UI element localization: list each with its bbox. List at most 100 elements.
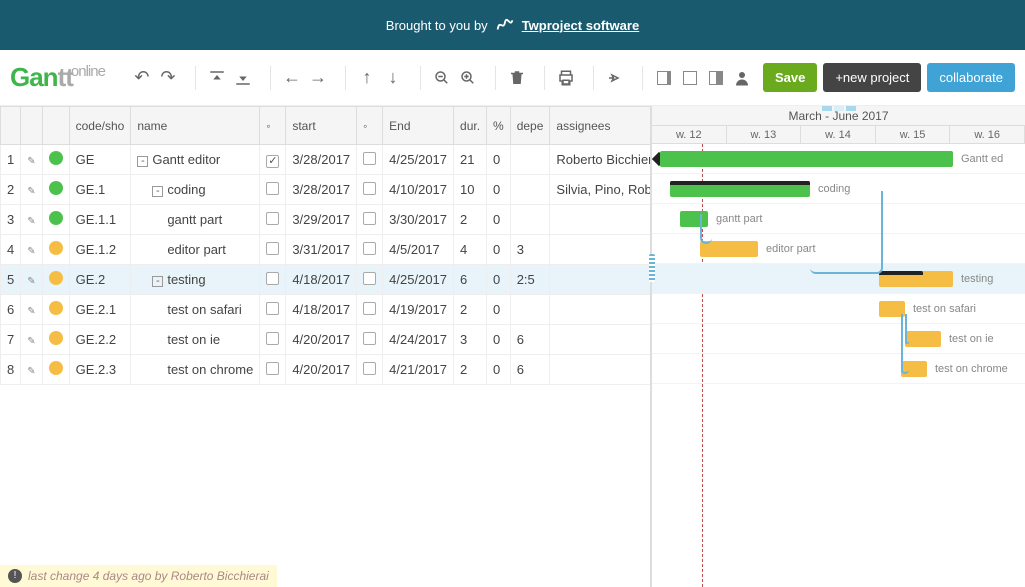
duration[interactable]: 4 [454, 235, 487, 265]
start-date[interactable]: 4/18/2017 [286, 265, 357, 295]
task-name[interactable]: test on chrome [131, 355, 260, 385]
progress-pct[interactable]: 0 [487, 355, 511, 385]
dependencies[interactable] [510, 205, 550, 235]
milestone-checkbox[interactable] [266, 212, 279, 225]
milestone-checkbox[interactable] [266, 272, 279, 285]
duration[interactable]: 2 [454, 205, 487, 235]
start-date[interactable]: 4/20/2017 [286, 325, 357, 355]
start-date[interactable]: 3/28/2017 [286, 145, 357, 175]
milestone-checkbox[interactable] [363, 272, 376, 285]
gantt-row[interactable]: editor part [652, 234, 1025, 264]
assignees[interactable] [550, 295, 652, 325]
dependencies[interactable] [510, 175, 550, 205]
col-name[interactable]: name [131, 107, 260, 145]
dependencies[interactable]: 2:5 [510, 265, 550, 295]
milestone-checkbox[interactable] [363, 212, 376, 225]
status-dot[interactable] [42, 355, 69, 385]
end-date[interactable]: 3/30/2017 [383, 205, 454, 235]
task-name[interactable]: editor part [131, 235, 260, 265]
end-date[interactable]: 4/21/2017 [383, 355, 454, 385]
task-code[interactable]: GE.1.1 [69, 205, 131, 235]
twproject-link[interactable]: Twproject software [522, 18, 640, 33]
status-dot[interactable] [42, 295, 69, 325]
expand-toggle[interactable]: - [137, 156, 148, 167]
indent-icon[interactable]: → [307, 66, 329, 90]
status-dot[interactable] [42, 325, 69, 355]
milestone-checkbox[interactable] [363, 152, 376, 165]
milestone-checkbox[interactable] [363, 182, 376, 195]
end-date[interactable]: 4/5/2017 [383, 235, 454, 265]
task-row[interactable]: 2✎GE.1-coding3/28/20174/10/2017100Silvia… [1, 175, 653, 205]
col-assign[interactable]: assignees [550, 107, 652, 145]
status-dot[interactable] [42, 265, 69, 295]
gantt-bar[interactable]: gantt part [680, 211, 708, 227]
assignees[interactable] [550, 355, 652, 385]
undo-icon[interactable]: ↶ [131, 66, 153, 90]
task-code[interactable]: GE.2.1 [69, 295, 131, 325]
duration[interactable]: 6 [454, 265, 487, 295]
edit-icon[interactable]: ✎ [21, 175, 42, 205]
gantt-bar[interactable]: Gantt ed [660, 151, 953, 167]
task-row[interactable]: 5✎GE.2-testing4/18/20174/25/2017602:5 [1, 265, 653, 295]
milestone-checkbox[interactable] [266, 362, 279, 375]
gantt-row[interactable]: test on safari [652, 294, 1025, 324]
layout-right-icon[interactable] [705, 66, 727, 90]
gantt-row[interactable]: testing [652, 264, 1025, 294]
milestone-checkbox[interactable] [266, 182, 279, 195]
status-dot[interactable] [42, 175, 69, 205]
new-project-button[interactable]: +new project [823, 63, 921, 92]
assignees[interactable] [550, 205, 652, 235]
milestone-checkbox[interactable] [363, 332, 376, 345]
gantt-body[interactable]: Gantt edcodinggantt parteditor parttesti… [652, 144, 1025, 587]
start-date[interactable]: 3/28/2017 [286, 175, 357, 205]
milestone-checkbox[interactable] [363, 362, 376, 375]
status-dot[interactable] [42, 145, 69, 175]
start-date[interactable]: 3/31/2017 [286, 235, 357, 265]
task-row[interactable]: 3✎GE.1.1gantt part3/29/20173/30/201720 [1, 205, 653, 235]
resources-icon[interactable] [731, 66, 753, 90]
task-code[interactable]: GE.1 [69, 175, 131, 205]
gantt-bar[interactable]: test on chrome [901, 361, 927, 377]
col-end[interactable]: End [383, 107, 454, 145]
edit-icon[interactable]: ✎ [21, 355, 42, 385]
save-button[interactable]: Save [763, 63, 817, 92]
assignees[interactable]: Roberto Bicchierai [550, 145, 652, 175]
task-code[interactable]: GE [69, 145, 131, 175]
progress-pct[interactable]: 0 [487, 325, 511, 355]
col-end-ms[interactable]: ◦ [357, 107, 383, 145]
assignees[interactable] [550, 325, 652, 355]
start-date[interactable]: 4/20/2017 [286, 355, 357, 385]
gantt-row[interactable]: test on chrome [652, 354, 1025, 384]
print-icon[interactable] [555, 66, 577, 90]
insert-above-icon[interactable] [206, 66, 228, 90]
col-pct[interactable]: % [487, 107, 511, 145]
progress-pct[interactable]: 0 [487, 265, 511, 295]
duration[interactable]: 10 [454, 175, 487, 205]
dependencies[interactable] [510, 295, 550, 325]
task-row[interactable]: 7✎GE.2.2test on ie4/20/20174/24/2017306 [1, 325, 653, 355]
dependencies[interactable]: 6 [510, 355, 550, 385]
task-code[interactable]: GE.2 [69, 265, 131, 295]
gantt-bar[interactable]: test on ie [905, 331, 941, 347]
start-date[interactable]: 4/18/2017 [286, 295, 357, 325]
milestone-checkbox[interactable] [363, 242, 376, 255]
expand-toggle[interactable]: - [152, 276, 163, 287]
task-code[interactable]: GE.1.2 [69, 235, 131, 265]
task-row[interactable]: 4✎GE.1.2editor part3/31/20174/5/2017403 [1, 235, 653, 265]
zoom-in-icon[interactable] [457, 66, 479, 90]
milestone-checkbox[interactable] [266, 302, 279, 315]
insert-below-icon[interactable] [232, 66, 254, 90]
duration[interactable]: 2 [454, 355, 487, 385]
col-dep[interactable]: depe [510, 107, 550, 145]
progress-pct[interactable]: 0 [487, 205, 511, 235]
status-dot[interactable] [42, 235, 69, 265]
duration[interactable]: 21 [454, 145, 487, 175]
progress-pct[interactable]: 0 [487, 175, 511, 205]
critical-path-icon[interactable] [604, 66, 626, 90]
task-name[interactable]: gantt part [131, 205, 260, 235]
milestone-checkbox[interactable] [266, 242, 279, 255]
redo-icon[interactable]: ↷ [157, 66, 179, 90]
end-date[interactable]: 4/24/2017 [383, 325, 454, 355]
end-date[interactable]: 4/25/2017 [383, 265, 454, 295]
gantt-row[interactable]: gantt part [652, 204, 1025, 234]
